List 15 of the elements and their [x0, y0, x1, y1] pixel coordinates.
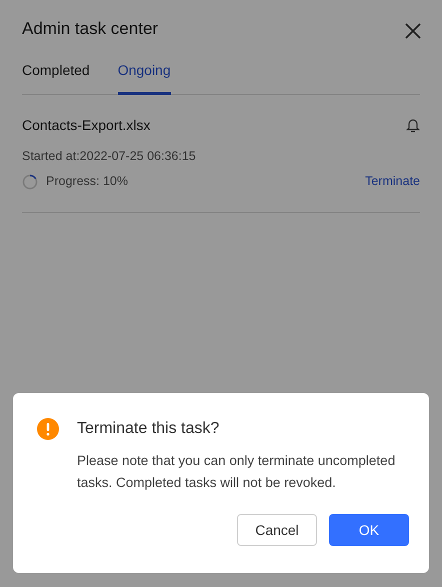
tab[interactable]: Ongoing	[118, 60, 171, 94]
terminate-link[interactable]: Terminate	[365, 172, 420, 191]
progress-text: Progress: 10%	[46, 173, 128, 190]
cancel-button[interactable]: Cancel	[237, 514, 317, 546]
file-name: Contacts-Export.xlsx	[22, 116, 150, 135]
tab[interactable]: Completed	[22, 60, 90, 94]
start-time: Started at:2022-07-25 06:36:15	[22, 148, 197, 164]
close-icon[interactable]	[404, 22, 422, 40]
ok-button[interactable]: OK	[329, 514, 409, 546]
bell-icon[interactable]	[406, 117, 420, 133]
dialog-message: Please note that you can only terminate uncompleted tasks. Completed tasks will not be revoked.	[77, 452, 396, 492]
warning-icon	[37, 418, 59, 440]
spinner-icon	[22, 174, 38, 190]
dialog-title: Terminate this task?	[77, 419, 220, 439]
panel-title: Admin task center	[22, 18, 158, 40]
